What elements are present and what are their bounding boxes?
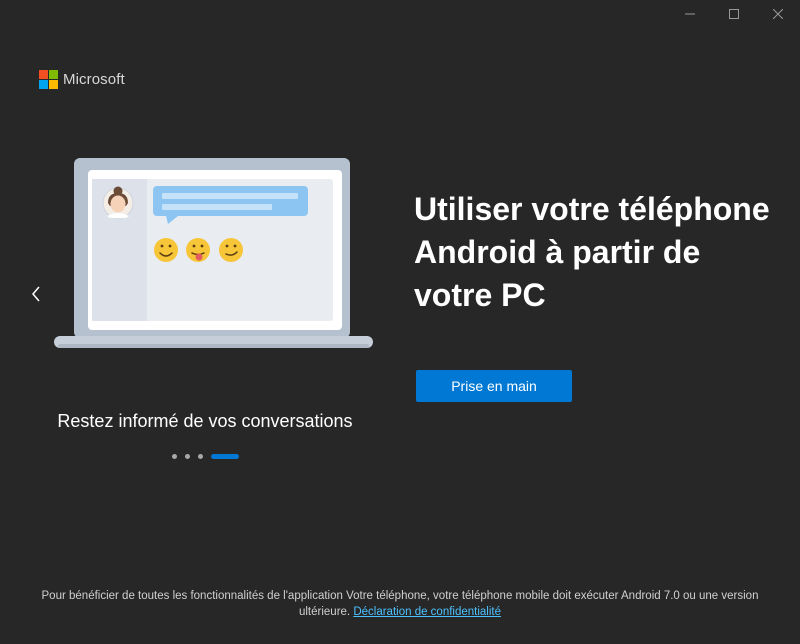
smile-emoji-icon <box>154 238 178 262</box>
chevron-left-icon <box>32 286 40 302</box>
footer: Pour bénéficier de toutes les fonctionna… <box>20 588 780 620</box>
carousel-prev-button[interactable] <box>26 280 46 308</box>
carousel-caption: Restez informé de vos conversations <box>57 411 353 431</box>
smirk-emoji-icon <box>219 238 243 262</box>
minimize-icon <box>685 13 695 15</box>
maximize-icon <box>729 9 739 19</box>
microsoft-logo: Microsoft <box>39 70 125 89</box>
avatar-face <box>110 195 126 213</box>
privacy-link[interactable]: Déclaration de confidentialité <box>353 606 501 618</box>
carousel-dot-4-active[interactable] <box>211 454 239 459</box>
message-line <box>162 204 272 210</box>
carousel-dot-3[interactable] <box>198 454 203 459</box>
get-started-button[interactable]: Prise en main <box>416 370 572 402</box>
page-headline: Utiliser votre téléphone Android à parti… <box>414 191 770 313</box>
brand-name: Microsoft <box>63 71 125 88</box>
carousel-illustration <box>52 156 377 352</box>
message-line <box>162 193 298 199</box>
carousel-pagination <box>172 454 239 459</box>
logo-square-blue <box>39 80 48 89</box>
tongue-emoji-icon <box>186 238 210 262</box>
minimize-button[interactable] <box>668 0 712 28</box>
window-controls <box>668 0 800 28</box>
carousel-dot-1[interactable] <box>172 454 177 459</box>
logo-square-yellow <box>49 80 58 89</box>
close-button[interactable] <box>756 0 800 28</box>
carousel-dot-2[interactable] <box>185 454 190 459</box>
laptop-base-shadow <box>58 344 369 348</box>
logo-square-red <box>39 70 48 79</box>
laptop-illustration <box>54 158 373 348</box>
message-bubble <box>153 186 308 216</box>
logo-square-green <box>49 70 58 79</box>
microsoft-logo-icon <box>39 70 58 89</box>
maximize-button[interactable] <box>712 0 756 28</box>
close-icon <box>773 9 783 19</box>
